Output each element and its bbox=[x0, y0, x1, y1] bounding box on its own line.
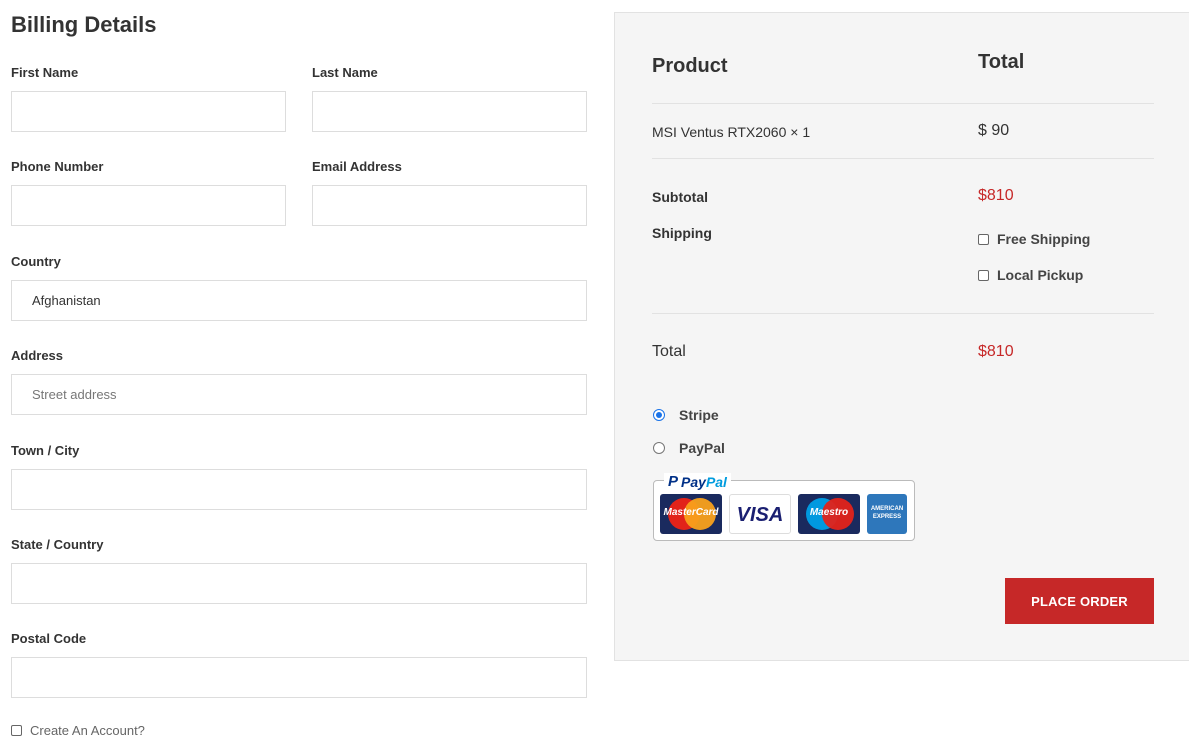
country-select[interactable] bbox=[11, 280, 587, 321]
first-name-label: First Name bbox=[11, 65, 79, 80]
local-pickup-checkbox[interactable] bbox=[978, 269, 989, 281]
stripe-radio[interactable] bbox=[653, 409, 665, 421]
paypal-label: PayPal bbox=[679, 440, 725, 456]
order-item-price: $ 90 bbox=[978, 122, 1010, 139]
payment-option-stripe[interactable]: Stripe bbox=[653, 407, 719, 423]
shipping-option-free[interactable]: Free Shipping bbox=[978, 231, 1090, 247]
create-account-label: Create An Account? bbox=[30, 723, 145, 736]
email-input[interactable] bbox=[312, 185, 587, 226]
state-input[interactable] bbox=[11, 563, 587, 604]
divider bbox=[652, 313, 1154, 314]
address-label: Address bbox=[11, 348, 64, 363]
maestro-icon: Maestro bbox=[798, 494, 860, 534]
product-column-header: Product bbox=[652, 55, 728, 77]
create-account-checkbox[interactable] bbox=[11, 725, 22, 736]
amex-text: AMERICAN EXPRESS bbox=[870, 506, 904, 520]
amex-icon: AMERICAN EXPRESS bbox=[867, 494, 907, 534]
payment-option-paypal[interactable]: PayPal bbox=[653, 440, 725, 456]
country-label: Country bbox=[11, 254, 61, 269]
visa-icon: VISA bbox=[729, 494, 791, 534]
paypal-wordmark-pay: Pay bbox=[681, 473, 706, 490]
place-order-button[interactable]: PLACE ORDER bbox=[1005, 578, 1154, 624]
order-summary-panel: Product Total MSI Ventus RTX2060 × 1 $ 9… bbox=[614, 12, 1189, 661]
last-name-input[interactable] bbox=[312, 91, 587, 132]
divider bbox=[652, 158, 1154, 159]
paypal-wordmark: PayPal bbox=[681, 474, 727, 490]
order-item-name: MSI Ventus RTX2060 × 1 bbox=[652, 124, 811, 140]
state-label: State / Country bbox=[11, 537, 104, 552]
paypal-radio[interactable] bbox=[653, 442, 665, 454]
stripe-label: Stripe bbox=[679, 407, 719, 423]
create-account-row[interactable]: Create An Account? bbox=[11, 723, 145, 736]
postal-input[interactable] bbox=[11, 657, 587, 698]
paypal-accepted-cards-badge: P PayPal MasterCard VISA Maestro AMERICA… bbox=[653, 473, 915, 541]
total-value: $810 bbox=[978, 343, 1014, 360]
phone-label: Phone Number bbox=[11, 159, 104, 174]
subtotal-value: $810 bbox=[978, 187, 1014, 204]
last-name-label: Last Name bbox=[312, 65, 378, 80]
postal-label: Postal Code bbox=[11, 631, 87, 646]
visa-text: VISA bbox=[736, 504, 784, 526]
paypal-logo: P PayPal bbox=[664, 473, 731, 490]
town-input[interactable] bbox=[11, 469, 587, 510]
billing-title: Billing Details bbox=[11, 12, 157, 37]
subtotal-label: Subtotal bbox=[652, 189, 708, 205]
mastercard-icon: MasterCard bbox=[660, 494, 722, 534]
total-label: Total bbox=[652, 343, 686, 360]
paypal-wordmark-pal: Pal bbox=[705, 473, 727, 490]
address-input[interactable] bbox=[11, 374, 587, 415]
town-label: Town / City bbox=[11, 443, 80, 458]
first-name-input[interactable] bbox=[11, 91, 286, 132]
email-label: Email Address bbox=[312, 159, 402, 174]
phone-input[interactable] bbox=[11, 185, 286, 226]
divider bbox=[652, 103, 1154, 104]
total-column-header: Total bbox=[978, 51, 1025, 73]
mastercard-text: MasterCard bbox=[663, 507, 719, 518]
maestro-text: Maestro bbox=[809, 507, 849, 518]
paypal-p-icon: P bbox=[668, 473, 679, 490]
free-shipping-label: Free Shipping bbox=[997, 231, 1091, 247]
shipping-option-pickup[interactable]: Local Pickup bbox=[978, 267, 1083, 283]
shipping-label: Shipping bbox=[652, 225, 712, 241]
local-pickup-label: Local Pickup bbox=[997, 267, 1084, 283]
free-shipping-checkbox[interactable] bbox=[978, 233, 989, 245]
